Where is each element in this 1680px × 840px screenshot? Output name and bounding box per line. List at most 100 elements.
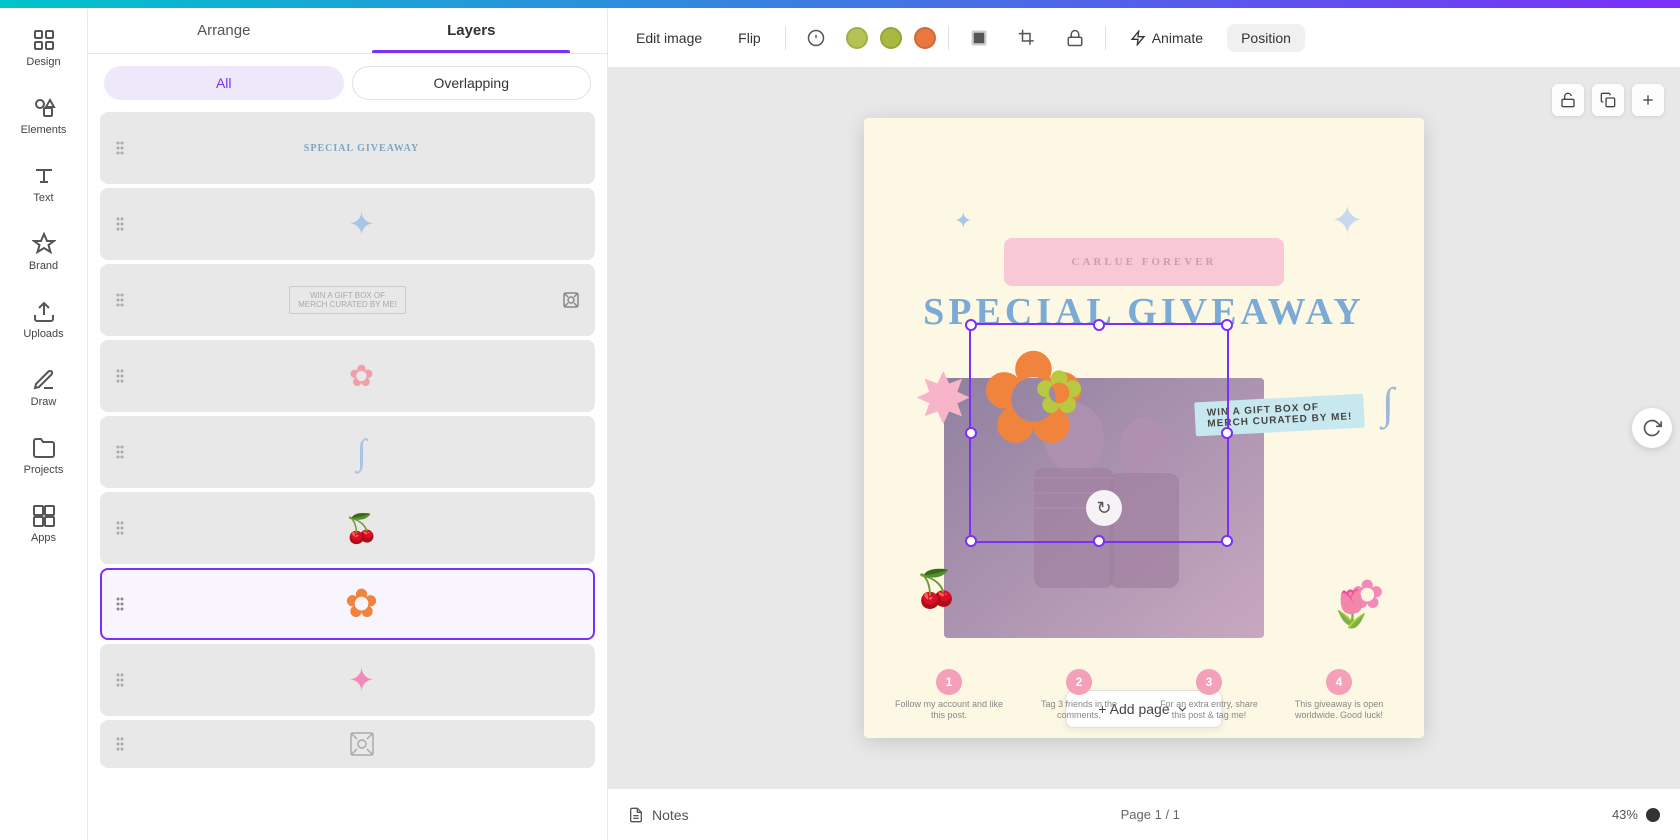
copy-canvas-icon[interactable] xyxy=(1592,84,1624,116)
design-canvas[interactable]: ✸ ✦ ∫ ✦ CARLUE FOREVER SPECIAL GIVEAWAY … xyxy=(864,118,1424,738)
step-text-2: Tag 3 friends in the comments. xyxy=(1024,699,1134,722)
canvas-wrapper[interactable]: ✸ ✦ ∫ ✦ CARLUE FOREVER SPECIAL GIVEAWAY … xyxy=(608,68,1680,788)
tab-layers[interactable]: Layers xyxy=(348,8,596,53)
drag-handle xyxy=(110,366,130,386)
canvas-star-pink: ✸ xyxy=(914,358,973,440)
layer-preview: ✿ xyxy=(138,574,585,634)
layer-preview: ✦ xyxy=(138,650,585,710)
edit-image-button[interactable]: Edit image xyxy=(624,24,714,52)
layer-preview: SPECIAL GIVEAWAY xyxy=(138,118,585,178)
layers-tabs: Arrange Layers xyxy=(88,8,607,54)
layer-preview: WIN A GIFT BOX OFMERCH CURATED BY ME! xyxy=(138,270,557,330)
color-dot-1[interactable] xyxy=(846,27,868,49)
canvas-cherry: 🍒 xyxy=(914,568,959,610)
list-item[interactable]: SPECIAL GIVEAWAY xyxy=(100,112,595,184)
layer-frame-icon xyxy=(557,286,585,314)
icon-sidebar: Design Elements Text Brand Uploads Draw … xyxy=(0,8,88,840)
sidebar-item-projects[interactable]: Projects xyxy=(8,424,80,488)
zoom-control: 43% xyxy=(1612,807,1660,822)
canvas-steps: 1 Follow my account and like this post. … xyxy=(864,669,1424,722)
layer-star: ✦ xyxy=(348,205,375,243)
draw-icon xyxy=(32,368,56,392)
crop-button[interactable] xyxy=(1009,20,1045,56)
info-icon xyxy=(807,29,825,47)
info-button[interactable] xyxy=(798,20,834,56)
canvas-diamond-blue: ✦ xyxy=(954,208,972,234)
rotate-tool[interactable] xyxy=(1632,408,1672,448)
add-canvas-icon[interactable] xyxy=(1632,84,1664,116)
sidebar-item-design[interactable]: Design xyxy=(8,16,80,80)
sidebar-item-apps[interactable]: Apps xyxy=(8,492,80,556)
projects-icon xyxy=(32,436,56,460)
notes-button[interactable]: Notes xyxy=(628,807,689,823)
layers-bg-icon xyxy=(970,29,988,47)
layer-preview: ∫ xyxy=(138,422,585,482)
layer-diamond: ✦ xyxy=(348,661,375,699)
sidebar-item-brand[interactable]: Brand xyxy=(8,220,80,284)
canvas-star-blue: ✦ xyxy=(1330,198,1364,244)
tab-arrange[interactable]: Arrange xyxy=(100,8,348,53)
rotate-icon xyxy=(1642,418,1662,438)
sidebar-item-uploads[interactable]: Uploads xyxy=(8,288,80,352)
position-button[interactable]: Position xyxy=(1227,24,1305,52)
zoom-dot[interactable] xyxy=(1646,808,1660,822)
layer-preview xyxy=(138,714,585,774)
flip-button[interactable]: Flip xyxy=(726,24,773,52)
list-item[interactable] xyxy=(100,720,595,768)
step-number-3: 3 xyxy=(1196,669,1222,695)
step-number-2: 2 xyxy=(1066,669,1092,695)
canvas-curl-blue: ∫ xyxy=(1382,378,1394,429)
animate-icon xyxy=(1130,30,1146,46)
layers-bg-button[interactable] xyxy=(961,20,997,56)
lock-icon xyxy=(1066,29,1084,47)
add-icon xyxy=(1640,92,1656,108)
step-number-1: 1 xyxy=(936,669,962,695)
step-number-4: 4 xyxy=(1326,669,1352,695)
filter-all-button[interactable]: All xyxy=(104,66,344,100)
grid-icon xyxy=(32,28,56,52)
top-gradient-bar xyxy=(0,0,1680,8)
list-item[interactable]: ✿ xyxy=(100,568,595,640)
list-item[interactable]: WIN A GIFT BOX OFMERCH CURATED BY ME! xyxy=(100,264,595,336)
sidebar-item-text[interactable]: Text xyxy=(8,152,80,216)
main-layout: Design Elements Text Brand Uploads Draw … xyxy=(0,8,1680,840)
layer-gift-text: WIN A GIFT BOX OFMERCH CURATED BY ME! xyxy=(289,286,406,314)
crop-icon xyxy=(1018,29,1036,47)
step-text-1: Follow my account and like this post. xyxy=(894,699,1004,722)
canvas-flower-green: ✿ xyxy=(1034,358,1084,428)
text-icon xyxy=(32,164,56,188)
canvas-top-right-actions xyxy=(1552,84,1664,116)
layer-curl: ∫ xyxy=(357,431,367,473)
photo-refresh-button[interactable]: ↻ xyxy=(1086,490,1122,526)
list-item[interactable]: ∫ xyxy=(100,416,595,488)
toolbar-divider-2 xyxy=(948,26,949,50)
sidebar-item-draw[interactable]: Draw xyxy=(8,356,80,420)
color-dot-2[interactable] xyxy=(880,27,902,49)
layer-text: SPECIAL GIVEAWAY xyxy=(304,143,419,154)
layers-list: SPECIAL GIVEAWAY ✦ WIN A GIFT BOX OFMERC… xyxy=(88,112,607,840)
toolbar: Edit image Flip Animate xyxy=(608,8,1680,68)
lock-button[interactable] xyxy=(1057,20,1093,56)
unlock-canvas-icon[interactable] xyxy=(1552,84,1584,116)
drag-handle xyxy=(110,734,130,754)
bottom-bar: Notes Page 1 / 1 43% xyxy=(608,788,1680,840)
drag-handle xyxy=(110,670,130,690)
upload-icon xyxy=(32,300,56,324)
sidebar-item-elements[interactable]: Elements xyxy=(8,84,80,148)
step-text-3: For an extra entry, share this post & ta… xyxy=(1154,699,1264,722)
animate-button[interactable]: Animate xyxy=(1118,24,1215,52)
canvas-step-3: 3 For an extra entry, share this post & … xyxy=(1154,669,1264,722)
list-item[interactable]: ✿ xyxy=(100,340,595,412)
drag-handle xyxy=(110,138,130,158)
apps-icon xyxy=(32,504,56,528)
drag-handle xyxy=(110,442,130,462)
list-item[interactable]: 🍒 xyxy=(100,492,595,564)
canvas-badge: CARLUE FOREVER xyxy=(1004,238,1284,286)
step-text-4: This giveaway is open worldwide. Good lu… xyxy=(1284,699,1394,722)
list-item[interactable]: ✦ xyxy=(100,188,595,260)
layer-preview: ✦ xyxy=(138,194,585,254)
color-dot-3[interactable] xyxy=(914,27,936,49)
filter-overlapping-button[interactable]: Overlapping xyxy=(352,66,592,100)
list-item[interactable]: ✦ xyxy=(100,644,595,716)
page-info: Page 1 / 1 xyxy=(1121,807,1180,822)
